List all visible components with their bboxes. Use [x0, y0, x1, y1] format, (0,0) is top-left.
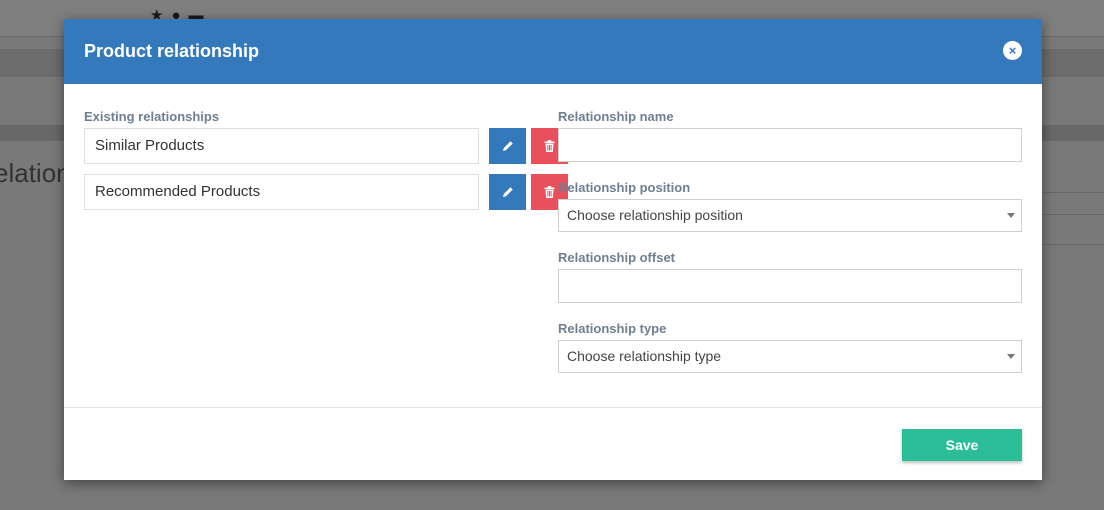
- relationship-name-input[interactable]: [558, 128, 1022, 162]
- relationship-row: Recommended Products: [84, 174, 568, 210]
- product-relationship-modal: Product relationship × Existing relation…: [64, 19, 1042, 480]
- relationship-position-label: Relationship position: [558, 180, 691, 195]
- relationship-type-select[interactable]: Choose relationship type: [558, 340, 1022, 373]
- footer-divider: [64, 407, 1042, 408]
- save-button[interactable]: Save: [902, 429, 1022, 461]
- modal-header: Product relationship ×: [64, 19, 1042, 84]
- relationship-name: Similar Products: [84, 128, 479, 164]
- edit-relationship-button[interactable]: [489, 174, 526, 210]
- trash-icon: [544, 140, 555, 152]
- pencil-icon: [502, 187, 513, 197]
- modal-title: Product relationship: [84, 41, 260, 61]
- relationship-type-value: Choose relationship type: [567, 348, 722, 364]
- close-button[interactable]: ×: [1003, 41, 1022, 60]
- chevron-down-icon: [1007, 354, 1015, 359]
- existing-relationships-label: Existing relationships: [84, 109, 220, 124]
- edit-relationship-button[interactable]: [489, 128, 526, 164]
- relationship-name: Recommended Products: [84, 174, 479, 210]
- relationship-offset-input[interactable]: [558, 269, 1022, 303]
- trash-icon: [544, 186, 555, 198]
- pencil-icon: [502, 141, 513, 151]
- relationship-row: Similar Products: [84, 128, 568, 164]
- chevron-down-icon: [1007, 213, 1015, 218]
- relationship-type-label: Relationship type: [558, 321, 667, 336]
- close-icon: ×: [1008, 43, 1017, 58]
- relationship-offset-label: Relationship offset: [558, 250, 676, 265]
- relationship-position-value: Choose relationship position: [567, 207, 743, 223]
- relationship-name-label: Relationship name: [558, 109, 674, 124]
- relationship-position-select[interactable]: Choose relationship position: [558, 199, 1022, 232]
